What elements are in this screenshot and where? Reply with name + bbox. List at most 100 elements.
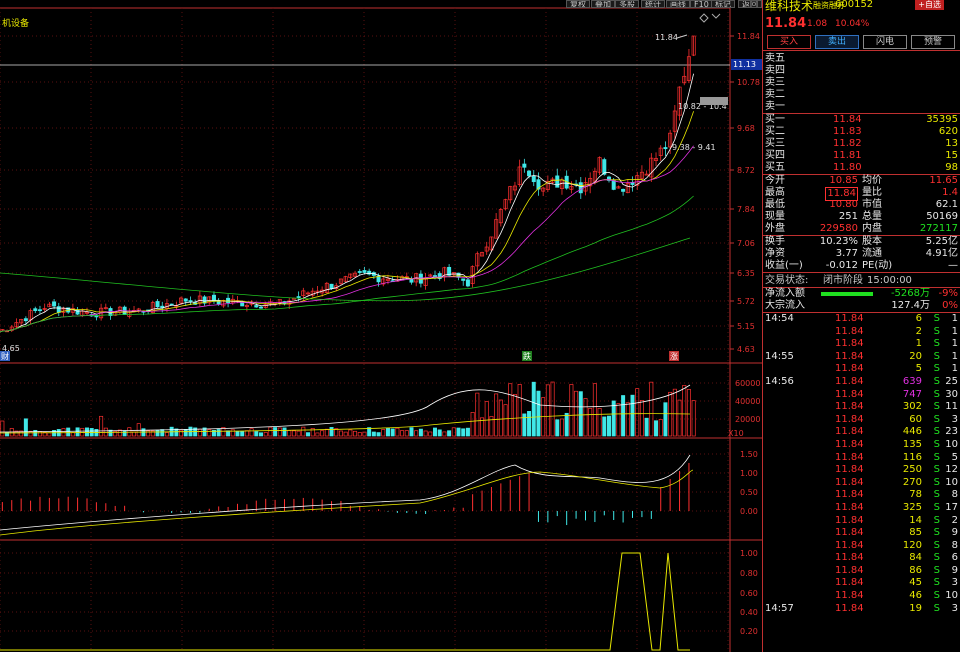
range-label-lower: 9.38 - 9.41 — [672, 143, 716, 152]
candle-body — [527, 170, 532, 177]
bid-volume: 15 — [945, 150, 958, 161]
volume-bar — [47, 432, 52, 437]
stat-value-2: — — [948, 260, 958, 271]
tick-row: 11.84 116 S 5 — [763, 452, 960, 465]
stat-label: 最高 — [765, 187, 785, 198]
buy-button[interactable]: 买入 — [767, 35, 811, 49]
volume-bar — [672, 388, 677, 437]
tick-list[interactable]: 14:54 11.84 6 S 1 11.84 2 S 1 11.84 1 S 1 14:55 11.84 2… — [763, 312, 960, 615]
volume-bar — [230, 429, 235, 437]
chevron-down-icon — [711, 13, 721, 19]
volume-axis-label: 60000 — [735, 379, 760, 388]
volume-bar — [37, 431, 42, 437]
stat-label-2: 流通 — [862, 248, 882, 259]
fall-marker: 跌 — [523, 351, 531, 361]
stat-value: 10.85 — [829, 175, 858, 186]
alert-button[interactable]: 预警 — [911, 35, 955, 49]
volume-bar — [66, 427, 71, 437]
volume-bar — [456, 427, 461, 437]
candle-body — [362, 270, 367, 273]
volume-bar — [494, 393, 499, 437]
tick-price: 11.84 — [835, 313, 864, 324]
tick-side: S — [933, 552, 940, 564]
volume-bar — [517, 384, 522, 437]
tick-time: 14:56 — [765, 375, 794, 387]
add-watchlist-button[interactable]: +自选 — [915, 0, 944, 10]
ma-long-line — [0, 237, 691, 302]
tick-price: 11.84 — [835, 350, 864, 362]
stats-row: 外盘 229580 内盘 272117 — [763, 223, 960, 235]
tick-count: 1 — [951, 313, 958, 324]
volume-bar — [404, 430, 409, 437]
tick-price: 11.84 — [835, 375, 864, 387]
toolbar-button[interactable]: 多股 — [615, 0, 639, 8]
tick-count: 10 — [945, 438, 958, 450]
toolbar-button[interactable]: 复权 — [566, 0, 590, 8]
kline-chart-area[interactable]: 11.84 10.78 9.68 8.72 7.84 7.06 6.35 5.72 5.15 4.… — [0, 0, 762, 652]
toolbar-button[interactable]: F10 — [690, 0, 713, 8]
tick-side: S — [933, 438, 940, 450]
volume-bar — [301, 426, 306, 437]
tick-row: 14:56 11.84 639 S 25 — [763, 376, 960, 389]
fund-flow: 净流入额 -5268万 -9% 大宗流入 127.4万 0% — [763, 287, 960, 312]
tick-volume: 85 — [909, 527, 922, 539]
tick-side: S — [933, 413, 940, 425]
sell-button[interactable]: 卖出 — [815, 35, 859, 49]
candle-body — [37, 309, 42, 312]
stats-block-2: 换手 10.23% 股本 5.25亿 净资 3.77 流通 4.91亿 收益(一) -0.012 P… — [763, 235, 960, 272]
volume-bar — [583, 398, 588, 437]
candle-body — [531, 175, 536, 183]
candle-body — [33, 308, 38, 312]
tick-row: 14:57 11.84 19 S 3 — [763, 603, 960, 616]
volume-bar — [465, 427, 470, 437]
volume-bar — [644, 417, 649, 437]
tick-row: 11.84 2 S 1 — [763, 326, 960, 339]
volume-bar — [564, 412, 569, 437]
flow-value: -5268万 — [890, 288, 930, 299]
volume-bar — [296, 430, 301, 437]
tick-count: 1 — [951, 350, 958, 362]
tick-price: 11.84 — [835, 413, 864, 425]
stats-row: 现量 251 总量 50169 — [763, 211, 960, 223]
tick-side: S — [933, 451, 940, 463]
flash-button[interactable]: 闪电 — [863, 35, 907, 49]
volume-bar — [0, 420, 5, 437]
volume-bar — [23, 418, 28, 437]
toolbar-button[interactable]: 叠加 — [591, 0, 615, 8]
tick-price: 11.84 — [835, 489, 864, 501]
ask-label: 卖四 — [765, 65, 785, 76]
volume-bar — [686, 389, 691, 437]
indicator-axis-label: 1.00 — [740, 549, 758, 558]
toolbar-button[interactable]: 统计 — [641, 0, 665, 8]
stat-value-2: 50169 — [926, 211, 958, 222]
tick-side: S — [933, 564, 940, 576]
stat-value: 10.80 — [829, 199, 858, 210]
toolbar-button[interactable]: 返回 — [738, 0, 762, 8]
bid-price: 11.81 — [833, 150, 862, 161]
tick-count: 17 — [945, 501, 958, 513]
tick-volume: 325 — [902, 501, 922, 513]
volume-bar — [437, 429, 442, 437]
volume-bar — [263, 432, 268, 437]
bid-label: 买四 — [765, 150, 785, 161]
tick-count: 10 — [945, 590, 958, 602]
volume-bar — [691, 400, 696, 437]
stat-value-2: 11.65 — [929, 175, 958, 186]
toolbar-button[interactable]: 画线 — [666, 0, 690, 8]
toolbar-button[interactable]: 标记 — [711, 0, 735, 8]
volume-bar — [400, 430, 405, 437]
tick-count: 1 — [951, 325, 958, 337]
volume-bar — [249, 428, 254, 437]
tick-row: 11.84 84 S 6 — [763, 552, 960, 565]
stock-code: 600152 — [835, 0, 874, 10]
volume-bar — [395, 427, 400, 437]
volume-bar — [315, 432, 320, 437]
tick-count: 30 — [945, 388, 958, 400]
tick-volume: 6 — [915, 313, 922, 324]
volume-bar — [75, 427, 80, 437]
tick-side: S — [933, 489, 940, 501]
volume-bar — [320, 430, 325, 437]
volume-bar — [338, 430, 343, 437]
tick-side: S — [933, 325, 940, 337]
volume-bar — [602, 416, 607, 437]
